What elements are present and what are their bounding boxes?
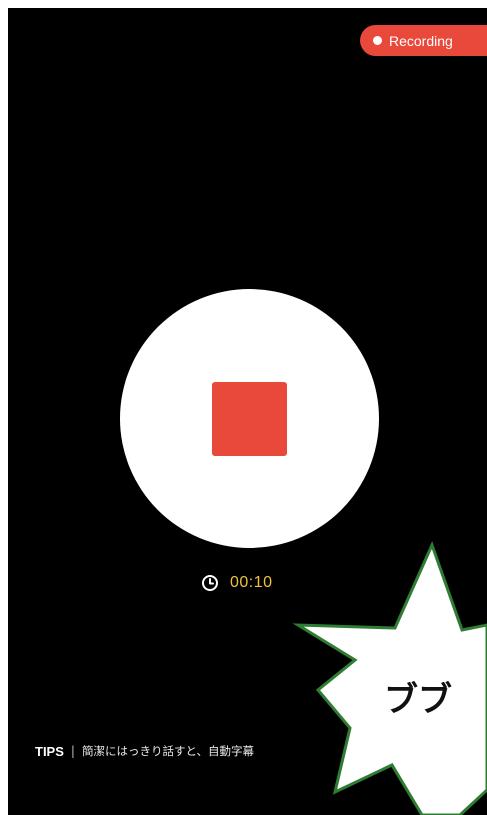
tips-bar: TIPS | 簡潔にはっきり話すと、自動字幕 (35, 742, 254, 760)
recording-status-label: Recording (389, 32, 453, 49)
recording-status-badge: Recording (360, 25, 487, 56)
tips-label: TIPS (35, 743, 64, 759)
tips-text: 簡潔にはっきり話すと、自動字幕 (81, 744, 254, 758)
stop-recording-button[interactable] (120, 289, 379, 548)
clock-icon (202, 575, 218, 591)
star-burst-text: ブブ (384, 680, 452, 720)
stop-icon (212, 381, 287, 456)
tips-separator: | (70, 744, 75, 758)
recording-dot-icon (373, 36, 382, 45)
elapsed-timer: 00:10 (201, 572, 273, 594)
elapsed-time: 00:10 (230, 574, 273, 591)
